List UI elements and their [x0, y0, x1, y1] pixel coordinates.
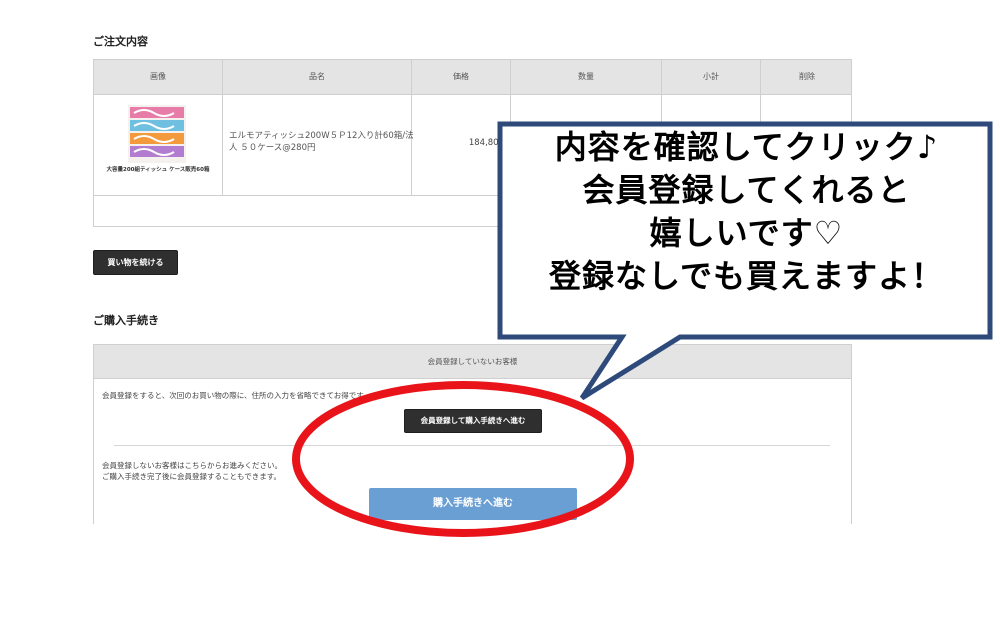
callout-line-3: 嬉しいです♡	[649, 214, 844, 252]
callout-line-4: 登録なしでも買えますよ！	[548, 257, 945, 295]
annotation-overlay	[292, 121, 993, 537]
callout-text: 内容を確認してクリック♪ 会員登録してくれると 嬉しいです♡ 登録なしでも買えま…	[503, 126, 990, 298]
callout-line-1: 内容を確認してクリック♪	[554, 128, 939, 166]
highlight-ellipse	[292, 381, 634, 537]
callout-line-2: 会員登録してくれると	[582, 171, 911, 209]
